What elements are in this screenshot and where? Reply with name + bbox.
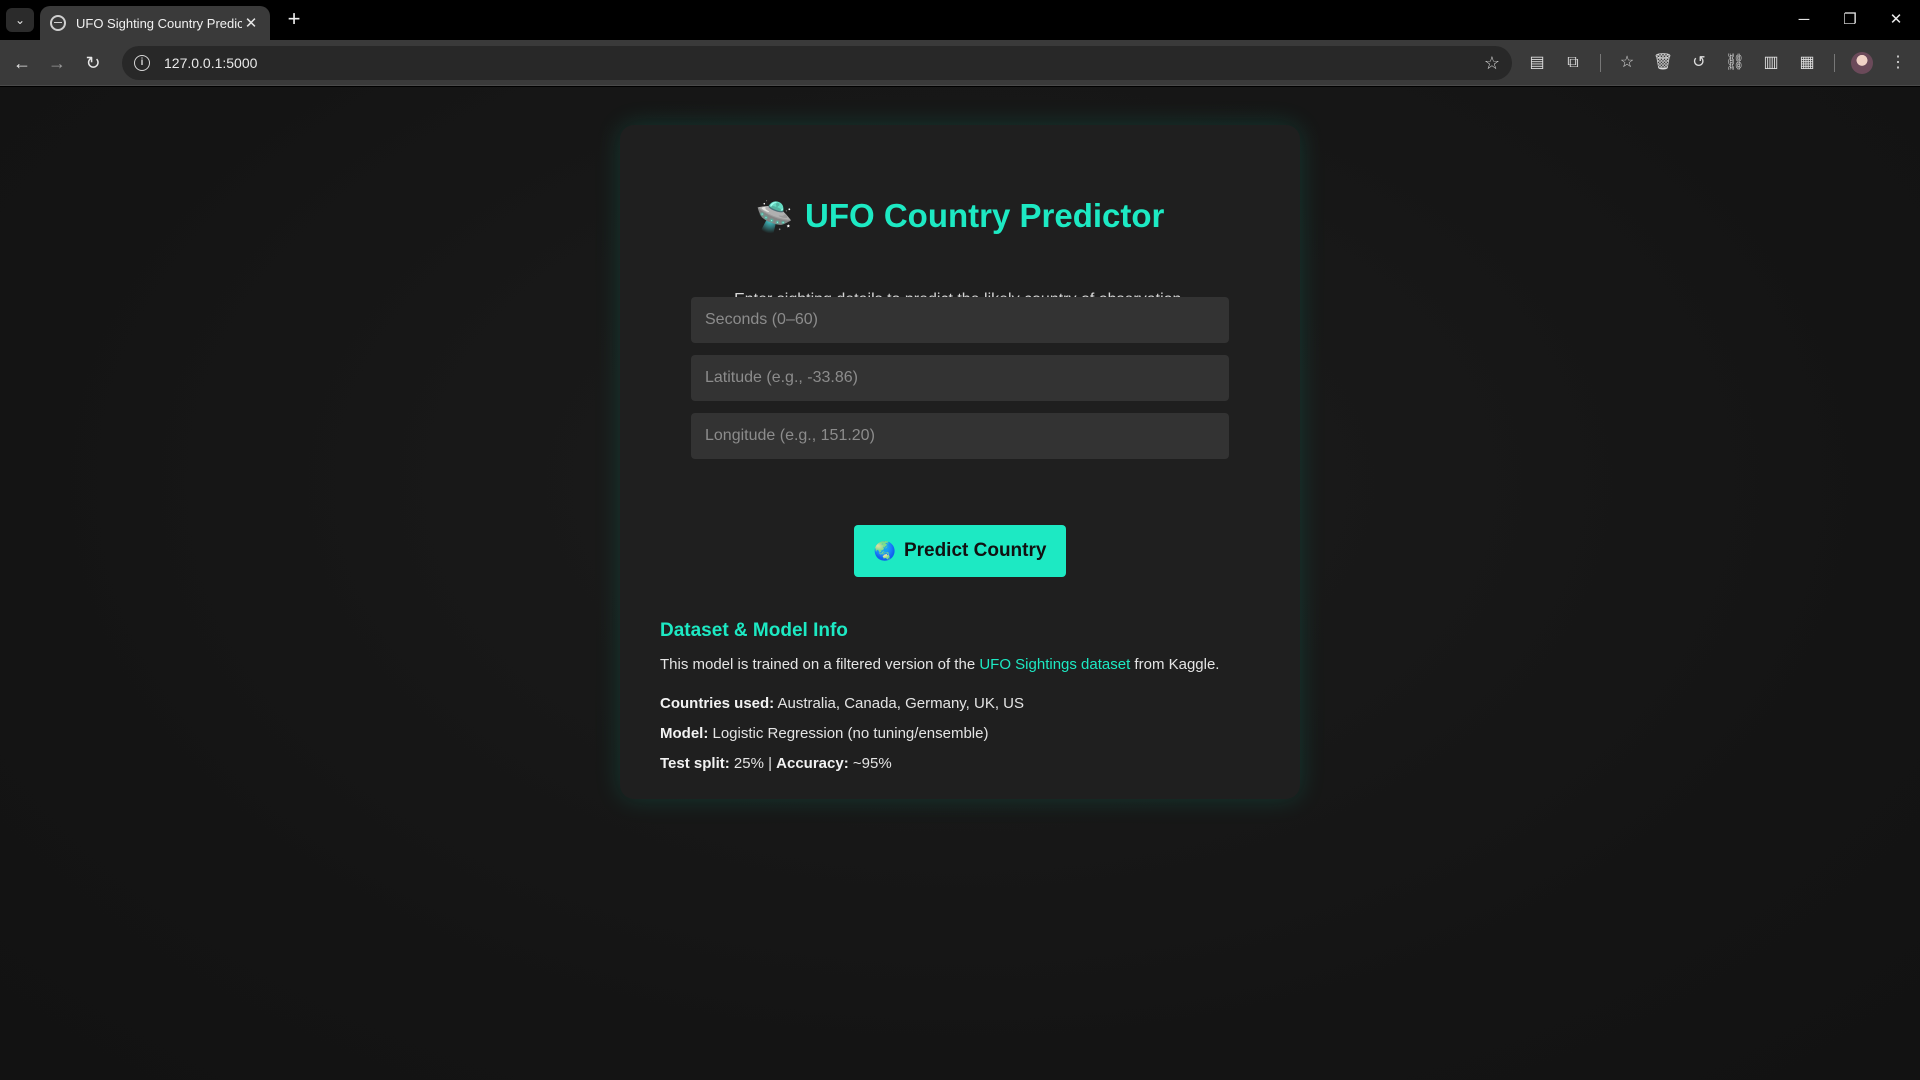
toolbar-divider: [1834, 54, 1835, 72]
dataset-link[interactable]: UFO Sightings dataset: [979, 656, 1130, 673]
countries-info: Countries used: Australia, Canada, Germa…: [660, 695, 1024, 712]
latitude-input[interactable]: [691, 355, 1229, 401]
link-icon[interactable]: ⛓: [1724, 52, 1746, 74]
history-icon[interactable]: ↺: [1688, 52, 1710, 74]
countries-value: Australia, Canada, Germany, UK, US: [774, 695, 1025, 712]
page-viewport: 🛸UFO Country Predictor Enter sighting de…: [0, 87, 1920, 1080]
reload-button[interactable]: ↻: [80, 51, 106, 75]
info-section-title: Dataset & Model Info: [660, 620, 848, 641]
split-label: Test split:: [660, 755, 730, 772]
trash-icon[interactable]: 🗑: [1652, 52, 1674, 74]
tab-title: UFO Sighting Country Predictor: [76, 15, 242, 31]
seconds-input[interactable]: [691, 297, 1229, 343]
predict-button-label: Predict Country: [903, 540, 1047, 561]
info-intro: This model is trained on a filtered vers…: [660, 656, 1219, 673]
globe-icon: 🌏: [873, 540, 896, 561]
browser-tab[interactable]: UFO Sighting Country Predictor ✕: [40, 6, 270, 40]
new-tab-button[interactable]: +: [282, 8, 306, 32]
longitude-input[interactable]: [691, 413, 1229, 459]
predictor-card: 🛸UFO Country Predictor Enter sighting de…: [620, 125, 1300, 799]
reading-list-icon[interactable]: ▤: [1526, 52, 1548, 74]
split-value: 25% |: [729, 755, 777, 772]
close-window-button[interactable]: ✕: [1878, 8, 1914, 32]
more-menu-icon[interactable]: ⋮: [1887, 52, 1909, 74]
tab-close-icon[interactable]: ✕: [242, 14, 260, 32]
restore-button[interactable]: ❐: [1832, 8, 1868, 32]
page-title-text: UFO Country Predictor: [805, 197, 1165, 234]
tab-search-button[interactable]: ⌄: [6, 8, 34, 32]
model-info: Model: Logistic Regression (no tuning/en…: [660, 725, 988, 742]
browser-tab-bar: ⌄ UFO Sighting Country Predictor ✕ + ─ ❐…: [0, 0, 1920, 40]
minimize-button[interactable]: ─: [1786, 8, 1822, 32]
address-bar[interactable]: i 127.0.0.1:5000 ☆: [122, 46, 1512, 80]
split-accuracy-info: Test split: 25% | Accuracy: ~95%: [660, 755, 892, 772]
qr-code-icon[interactable]: ▦: [1796, 52, 1818, 74]
extensions-icon[interactable]: ⧉: [1562, 52, 1584, 74]
page-title: 🛸 UFO Country Predictor: [620, 197, 1300, 235]
forward-button[interactable]: →: [44, 51, 70, 75]
model-value: Logistic Regression (no tuning/ensemble): [708, 725, 989, 742]
favorites-icon[interactable]: ☆: [1616, 52, 1638, 74]
bookmark-star-icon[interactable]: ☆: [1484, 53, 1500, 74]
accuracy-label: Accuracy:: [776, 755, 849, 772]
site-info-icon[interactable]: i: [134, 55, 150, 71]
accuracy-value: ~95%: [848, 755, 892, 772]
profile-avatar[interactable]: [1851, 52, 1873, 74]
predict-country-button[interactable]: 🌏 Predict Country: [854, 525, 1066, 577]
url-text: 127.0.0.1:5000: [164, 55, 258, 71]
countries-label: Countries used:: [660, 695, 775, 712]
globe-icon: [50, 15, 66, 31]
toolbar-divider: [1600, 54, 1601, 72]
ufo-icon: 🛸: [755, 201, 793, 234]
info-intro-after: from Kaggle.: [1130, 656, 1220, 673]
back-button[interactable]: ←: [9, 51, 35, 75]
info-intro-before: This model is trained on a filtered vers…: [660, 656, 980, 673]
browser-toolbar: ← → ↻ i 127.0.0.1:5000 ☆ ▤ ⧉ ☆ 🗑 ↺ ⛓ ▥ ▦…: [0, 40, 1920, 86]
reader-mode-icon[interactable]: ▥: [1760, 52, 1782, 74]
model-label: Model:: [660, 725, 709, 742]
